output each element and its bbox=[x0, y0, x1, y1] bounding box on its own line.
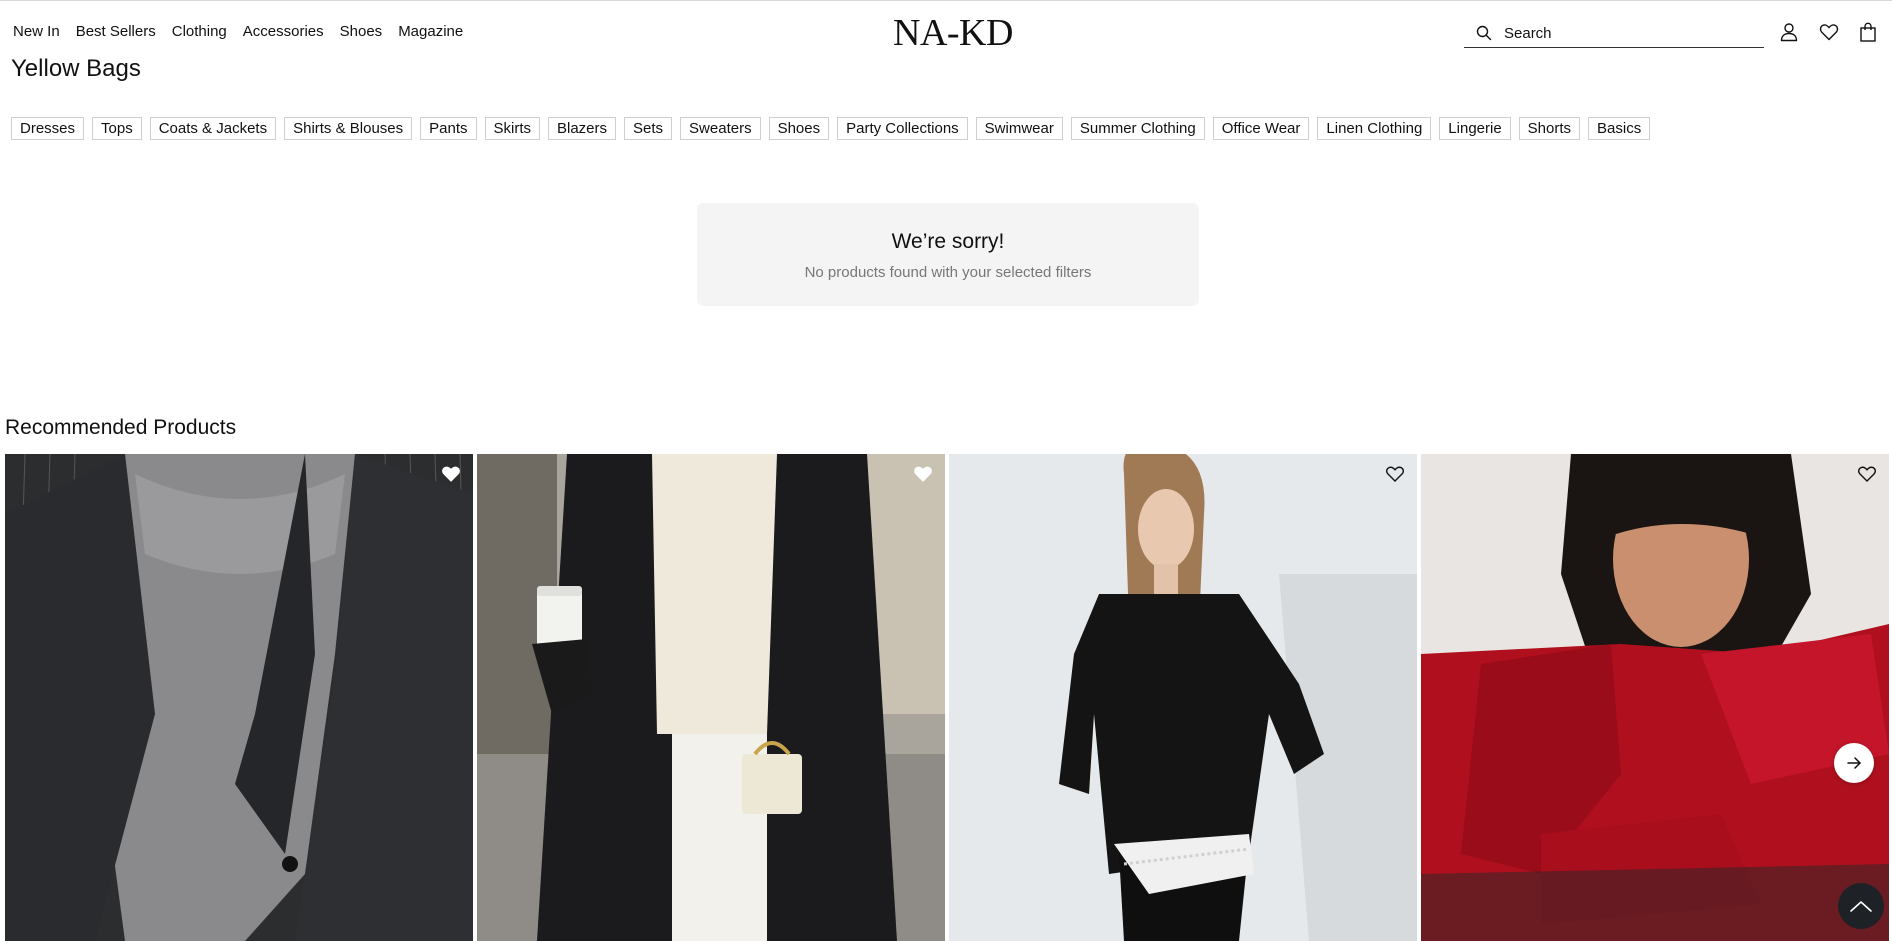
category-chip-lingerie[interactable]: Lingerie bbox=[1439, 117, 1511, 140]
product-card[interactable] bbox=[949, 454, 1417, 941]
heart-icon[interactable] bbox=[913, 464, 933, 484]
nav-shoes[interactable]: Shoes bbox=[340, 23, 383, 40]
main-nav: New In Best Sellers Clothing Accessories… bbox=[13, 23, 479, 40]
page-title: Yellow Bags bbox=[11, 55, 141, 82]
category-chip-shoes[interactable]: Shoes bbox=[768, 117, 830, 140]
shopping-bag-icon bbox=[1860, 22, 1876, 42]
category-chip-party-collections[interactable]: Party Collections bbox=[837, 117, 968, 140]
heart-icon[interactable] bbox=[1385, 464, 1405, 484]
category-chip-coats-jackets[interactable]: Coats & Jackets bbox=[149, 117, 277, 140]
category-chip-summer-clothing[interactable]: Summer Clothing bbox=[1070, 117, 1205, 140]
product-card[interactable] bbox=[477, 454, 945, 941]
product-card[interactable] bbox=[1421, 454, 1889, 941]
product-image bbox=[477, 454, 945, 941]
product-image bbox=[949, 454, 1417, 941]
search-bar[interactable] bbox=[1464, 19, 1764, 48]
nav-new-in[interactable]: New In bbox=[13, 23, 60, 40]
brand-logo[interactable]: NA-KD bbox=[893, 11, 1013, 55]
recommended-title: Recommended Products bbox=[5, 416, 237, 439]
category-chip-dresses[interactable]: Dresses bbox=[11, 117, 85, 140]
nav-best-sellers[interactable]: Best Sellers bbox=[76, 23, 156, 40]
scroll-to-top-button[interactable] bbox=[1838, 883, 1884, 929]
category-chip-blazers[interactable]: Blazers bbox=[548, 117, 617, 140]
search-input[interactable] bbox=[1504, 24, 1744, 42]
empty-state: We’re sorry! No products found with your… bbox=[697, 203, 1199, 306]
wishlist-button[interactable] bbox=[1818, 21, 1840, 43]
category-chip-pants[interactable]: Pants bbox=[420, 117, 477, 140]
category-chip-swimwear[interactable]: Swimwear bbox=[975, 117, 1063, 140]
carousel-next-button[interactable] bbox=[1834, 743, 1874, 783]
cart-button[interactable] bbox=[1857, 21, 1879, 43]
search-icon bbox=[1476, 25, 1492, 41]
user-icon bbox=[1780, 23, 1798, 42]
category-chip-skirts[interactable]: Skirts bbox=[484, 117, 540, 140]
nav-clothing[interactable]: Clothing bbox=[172, 23, 227, 40]
site-header: New In Best Sellers Clothing Accessories… bbox=[0, 1, 1892, 59]
product-image bbox=[5, 454, 473, 941]
product-card[interactable] bbox=[5, 454, 473, 941]
empty-state-heading: We’re sorry! bbox=[891, 230, 1005, 253]
category-chip-basics[interactable]: Basics bbox=[1588, 117, 1651, 140]
category-chip-shirts-blouses[interactable]: Shirts & Blouses bbox=[284, 117, 413, 140]
category-chip-tops[interactable]: Tops bbox=[92, 117, 142, 140]
category-chip-sets[interactable]: Sets bbox=[624, 117, 673, 140]
category-chip-linen-clothing[interactable]: Linen Clothing bbox=[1317, 117, 1432, 140]
category-filters: Dresses Tops Coats & Jackets Shirts & Bl… bbox=[11, 117, 1651, 140]
account-button[interactable] bbox=[1778, 21, 1800, 43]
category-chip-shorts[interactable]: Shorts bbox=[1518, 117, 1581, 140]
heart-icon[interactable] bbox=[1857, 464, 1877, 484]
chevron-up-icon bbox=[1850, 901, 1872, 912]
heart-icon[interactable] bbox=[441, 464, 461, 484]
nav-magazine[interactable]: Magazine bbox=[398, 23, 463, 40]
recommended-carousel bbox=[5, 454, 1892, 941]
category-chip-sweaters[interactable]: Sweaters bbox=[680, 117, 761, 140]
product-image bbox=[1421, 454, 1889, 941]
nav-accessories[interactable]: Accessories bbox=[243, 23, 324, 40]
category-chip-office-wear[interactable]: Office Wear bbox=[1212, 117, 1310, 140]
empty-state-message: No products found with your selected fil… bbox=[804, 264, 1092, 281]
heart-icon bbox=[1819, 24, 1839, 41]
arrow-right-icon bbox=[1847, 757, 1861, 769]
